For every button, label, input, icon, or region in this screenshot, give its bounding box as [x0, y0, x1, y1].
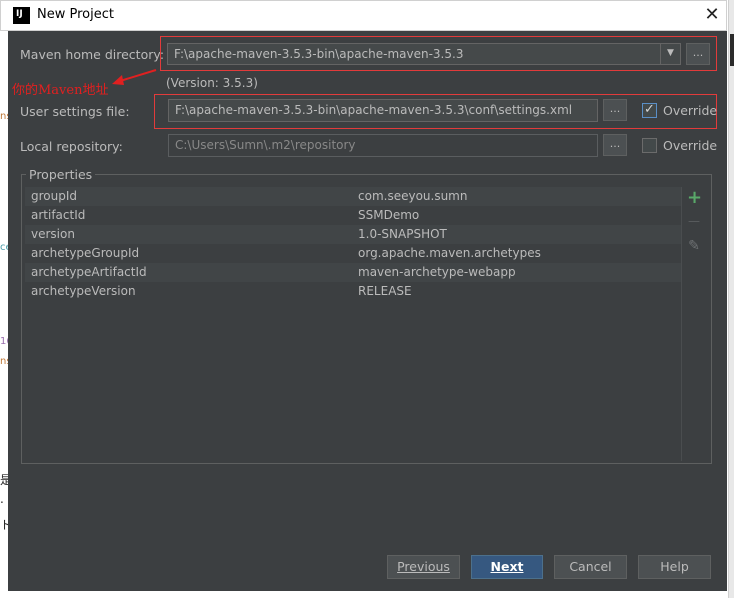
next-button[interactable]: Next [471, 555, 543, 579]
table-row[interactable]: archetypeGroupId org.apache.maven.archet… [25, 244, 681, 263]
property-key: artifactId [31, 208, 86, 222]
local-repository-label: Local repository: [20, 139, 123, 154]
local-repository-browse-button[interactable]: ... [603, 134, 627, 156]
remove-icon[interactable]: — [687, 214, 701, 228]
next-button-label: Next [490, 559, 524, 574]
table-row[interactable]: groupId com.seeyou.sumn [25, 187, 681, 206]
user-settings-override-checkbox[interactable]: ✓ [642, 103, 657, 118]
maven-home-label-text: Maven home directory: [20, 47, 165, 62]
background-editor-strip [728, 0, 734, 598]
background-text-fragment: . [0, 492, 4, 506]
edit-icon[interactable]: ✎ [687, 238, 701, 254]
property-value: org.apache.maven.archetypes [358, 246, 541, 260]
previous-button[interactable]: Previous [387, 555, 460, 579]
local-repository-input[interactable]: C:\Users\Sumn\.m2\repository [168, 134, 598, 157]
previous-button-label: Previous [397, 559, 450, 574]
maven-version-text: (Version: 3.5.3) [166, 76, 258, 90]
local-repository-override-label[interactable]: Override [663, 138, 717, 153]
annotation-arrow-icon [112, 69, 157, 85]
table-row[interactable]: archetypeVersion RELEASE [25, 282, 681, 301]
property-key: archetypeArtifactId [31, 265, 147, 279]
property-value: maven-archetype-webapp [358, 265, 516, 279]
annotation-text: 你的Maven地址 [12, 83, 109, 98]
property-value: 1.0-SNAPSHOT [358, 227, 447, 241]
property-key: groupId [31, 189, 78, 203]
maven-home-dropdown[interactable]: F:\apache-maven-3.5.3-bin\apache-maven-3… [167, 43, 681, 65]
window-title: New Project [37, 7, 114, 22]
user-settings-input[interactable]: F:\apache-maven-3.5.3-bin\apache-maven-3… [168, 99, 598, 122]
intellij-app-icon: IJ [13, 7, 30, 24]
table-row[interactable]: version 1.0-SNAPSHOT [25, 225, 681, 244]
user-settings-override-label[interactable]: Override [663, 103, 717, 118]
close-icon[interactable]: ✕ [700, 3, 724, 27]
user-settings-value: F:\apache-maven-3.5.3-bin\apache-maven-3… [175, 103, 573, 117]
table-row[interactable]: archetypeArtifactId maven-archetype-weba… [25, 263, 681, 282]
property-key: archetypeVersion [31, 284, 136, 298]
property-value: RELEASE [358, 284, 412, 298]
properties-toolbar [681, 187, 712, 461]
user-settings-label: User settings file: [20, 104, 130, 119]
add-icon[interactable]: + [687, 187, 702, 208]
properties-title: Properties [26, 167, 96, 182]
maven-home-browse-button[interactable]: ... [686, 43, 710, 65]
property-value: com.seeyou.sumn [358, 189, 468, 203]
local-repository-value: C:\Users\Sumn\.m2\repository [175, 138, 356, 152]
user-settings-browse-button[interactable]: ... [603, 99, 627, 121]
maven-home-value: F:\apache-maven-3.5.3-bin\apache-maven-3… [174, 47, 464, 61]
property-value: SSMDemo [358, 208, 420, 222]
background-editor-strip [730, 34, 734, 66]
property-key: archetypeGroupId [31, 246, 140, 260]
property-key: version [31, 227, 75, 241]
maven-home-label: Maven home directory: [20, 47, 164, 62]
cancel-button[interactable]: Cancel [554, 555, 627, 579]
chevron-down-icon[interactable]: ▼ [660, 43, 680, 64]
help-button[interactable]: Help [638, 555, 711, 579]
local-repository-override-checkbox[interactable] [642, 138, 657, 153]
table-row[interactable]: artifactId SSMDemo [25, 206, 681, 225]
properties-table: groupId com.seeyou.sumn artifactId SSMDe… [25, 187, 681, 461]
